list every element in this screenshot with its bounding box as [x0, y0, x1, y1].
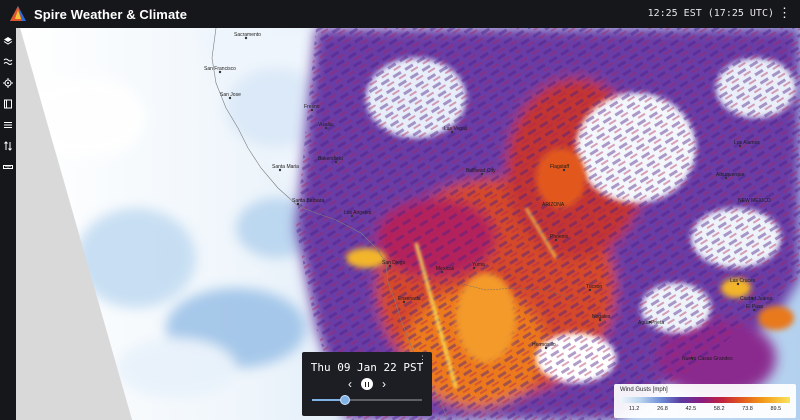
city-label-santa-barbara: Santa Barbara — [292, 198, 324, 204]
city-label-flagstaff: Flagstaff — [550, 164, 570, 170]
legend-title: Wind Gusts [mph] — [620, 387, 668, 393]
city-label-bakersfield: Bakersfield — [318, 156, 343, 162]
ruler-icon[interactable] — [1, 160, 15, 174]
app-title: Spire Weather & Climate — [34, 6, 188, 22]
city-label-fresno: Fresno — [304, 104, 320, 110]
legend-tick-label: 42.5 — [685, 406, 697, 412]
city-label-nuevo-casas-grandes: Nuevo Casas Grandes — [682, 356, 733, 362]
layers-icon[interactable] — [1, 34, 15, 48]
city-label-tucson: Tucson — [586, 284, 602, 290]
city-label-el-paso: El Paso — [746, 304, 763, 310]
swap-vertical-icon[interactable] — [1, 139, 15, 153]
city-label-albuquerque: Albuquerque — [716, 172, 745, 178]
chevron-right-icon[interactable]: › — [382, 378, 386, 390]
timeline-menu-button[interactable]: ⋮ — [418, 354, 427, 365]
city-label-bullhead-city: Bullhead City — [466, 168, 496, 174]
top-bar: Spire Weather & Climate 12:25 EST (17:25… — [0, 0, 800, 28]
city-label-santa-maria: Santa Maria — [272, 164, 299, 170]
city-label-san-francisco: San Francisco — [204, 66, 236, 72]
wind-gusts-legend: Wind Gusts [mph] 11.2 26.8 42.5 58.2 73.8 89.… — [614, 384, 796, 418]
crosshair-icon[interactable] — [1, 76, 15, 90]
playback-controls: ‹ › — [302, 378, 432, 390]
city-label-las-cruces: Las Cruces — [730, 278, 756, 284]
main-menu-button[interactable]: ⋮ — [778, 5, 791, 21]
legend-tick-label: 11.2 — [629, 406, 640, 412]
timeline-slider[interactable] — [312, 395, 422, 405]
city-label-san-jose: San Jose — [220, 92, 241, 98]
forecast-date: Thu 09 Jan 22 PST — [310, 361, 424, 374]
time-control-panel: Thu 09 Jan 22 PST ⋮ ‹ › — [302, 352, 432, 416]
city-label-mexicali: Mexicali — [436, 266, 454, 272]
city-label-new-mexico: NEW MEXICO — [738, 198, 771, 204]
chevron-left-icon[interactable]: ‹ — [348, 378, 352, 390]
legend-ticks: 11.2 26.8 42.5 58.2 73.8 89.5 — [620, 406, 790, 414]
city-label-agua-prieta: Agua Prieta — [638, 320, 664, 326]
legend-color-scale — [620, 397, 790, 403]
city-label-ciudad-juarez: Ciudad Juárez — [740, 296, 773, 302]
book-icon[interactable] — [1, 97, 15, 111]
pause-icon[interactable] — [361, 378, 373, 390]
legend-tick-label: 26.8 — [657, 406, 668, 412]
wind-lines-icon[interactable] — [1, 118, 15, 132]
timeline-slider-thumb[interactable] — [340, 395, 350, 405]
clock-readout: 12:25 EST (17:25 UTC) — [647, 8, 774, 19]
sidebar — [0, 28, 16, 420]
city-label-hermosillo: Hermosillo — [532, 342, 556, 348]
city-label-las-vegas: Las Vegas — [444, 126, 468, 132]
waves-icon[interactable] — [1, 55, 15, 69]
city-label-los-alamos: Los Alamos — [734, 140, 760, 146]
city-label-arizona: ARIZONA — [542, 202, 565, 208]
city-label-sacramento: Sacramento — [234, 32, 261, 38]
city-label-san-diego: San Diego — [382, 260, 406, 266]
city-label-phoenix: Phoenix — [550, 234, 569, 240]
legend-tick-label: 58.2 — [713, 406, 725, 412]
spire-logo-icon — [10, 6, 26, 21]
city-label-yuma: Yuma — [472, 262, 485, 268]
city-label-ensenada: Ensenada — [398, 296, 421, 302]
city-label-visalia: Visalia — [318, 122, 333, 128]
legend-tick-label: 89.5 — [770, 406, 782, 412]
legend-tick-label: 73.8 — [742, 406, 753, 412]
city-label-los-angeles: Los Angeles — [344, 210, 372, 216]
city-label-nogales: Nogales — [592, 314, 611, 320]
